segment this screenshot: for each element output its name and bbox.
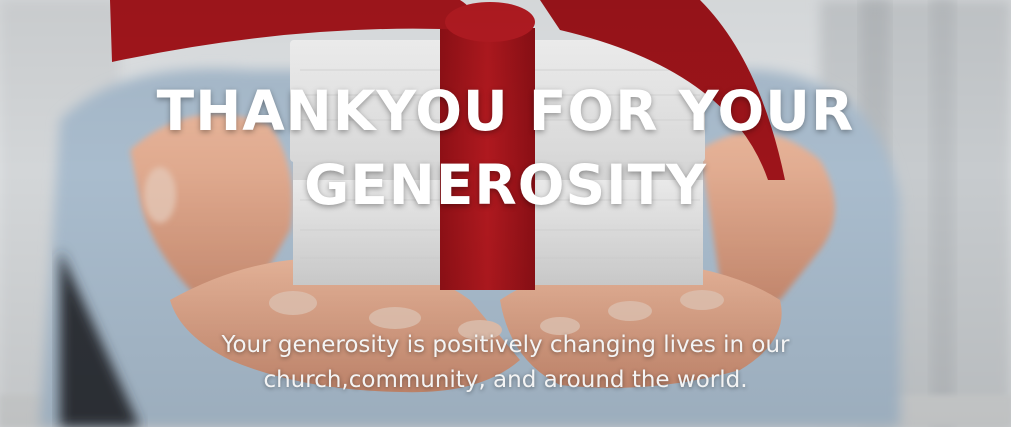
subtext-line-2: church,community, and around the world. [263,367,748,393]
headline-line-2: GENEROSITY [304,153,707,217]
hero-headline: THANKYOU FOR YOUR GENEROSITY [0,74,1011,222]
headline-line-1: THANKYOU FOR YOUR [156,79,855,143]
subtext-line-1: Your generosity is positively changing l… [221,332,790,358]
hero-subtext: Your generosity is positively changing l… [0,328,1011,398]
hero-banner: THANKYOU FOR YOUR GENEROSITY Your genero… [0,0,1011,427]
